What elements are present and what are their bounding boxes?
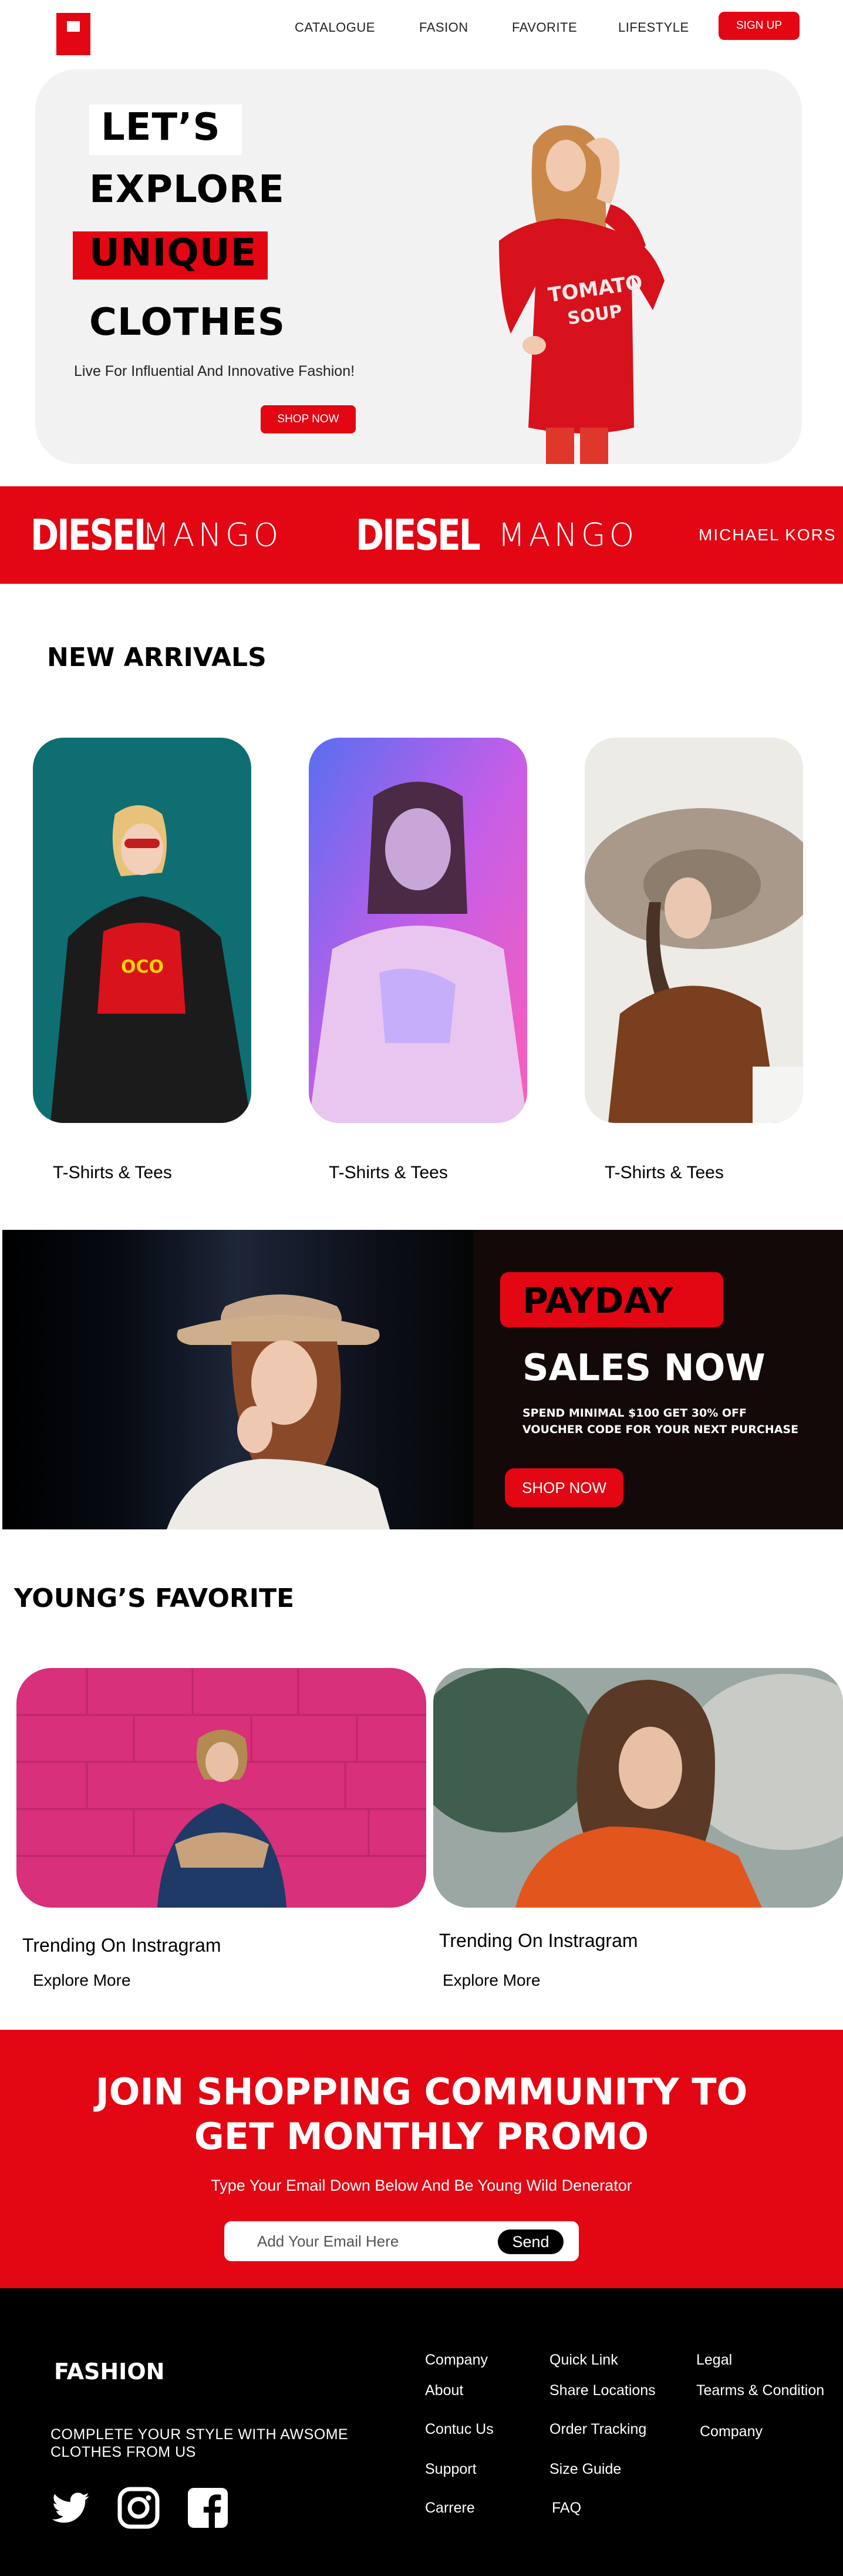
hero-line-3: UNIQUE bbox=[89, 231, 257, 275]
footer-link-career[interactable]: Carrere bbox=[425, 2500, 475, 2517]
footer-brand[interactable]: FASHION bbox=[54, 2359, 164, 2385]
new-arrivals-title: NEW ARRIVALS bbox=[47, 643, 267, 672]
nav-lifestyle[interactable]: LIFESTYLE bbox=[618, 20, 689, 35]
favorite-1-title: Trending On Instragram bbox=[22, 1935, 221, 1956]
footer-link-order-tracking[interactable]: Order Tracking bbox=[549, 2421, 646, 2438]
send-button[interactable]: Send bbox=[498, 2229, 564, 2254]
footer-heading-quick-link: Quick Link bbox=[549, 2352, 618, 2368]
favorite-2-explore-link[interactable]: Explore More bbox=[443, 1971, 541, 1990]
nav-favorite[interactable]: FAVORITE bbox=[512, 20, 577, 35]
footer-tagline: COMPLETE YOUR STYLE WITH AWSOME CLOTHES … bbox=[50, 2426, 367, 2461]
footer-heading-company: Company bbox=[425, 2352, 488, 2368]
footer-link-terms[interactable]: Tearms & Condition bbox=[696, 2382, 824, 2399]
footer-link-about[interactable]: About bbox=[425, 2382, 463, 2399]
brand-mango-2[interactable]: MANGO bbox=[498, 517, 638, 554]
hero-line-4: CLOTHES bbox=[89, 301, 285, 344]
hero-subtitle: Live For Influential And Innovative Fash… bbox=[74, 363, 355, 379]
email-input[interactable] bbox=[257, 2221, 480, 2261]
footer-link-size-guide[interactable]: Size Guide bbox=[549, 2461, 621, 2478]
newsletter-subtitle: Type Your Email Down Below And Be Young … bbox=[211, 2177, 632, 2194]
favorite-card-2-image[interactable] bbox=[433, 1668, 843, 1908]
payday-desc-line-1: SPEND MINIMAL $100 GET 30% OFF bbox=[522, 1407, 747, 1420]
footer-heading-legal: Legal bbox=[696, 2352, 733, 2368]
svg-text:OCO: OCO bbox=[121, 957, 164, 977]
brand-michael-kors[interactable]: MICHAEL KORS bbox=[699, 526, 837, 544]
footer-link-support[interactable]: Support bbox=[425, 2461, 477, 2478]
newsletter-section: JOIN SHOPPING COMMUNITY TO GET MONTHLY P… bbox=[0, 2030, 843, 2288]
arrival-label-2[interactable]: T-Shirts & Tees bbox=[329, 1163, 448, 1183]
newsletter-title: JOIN SHOPPING COMMUNITY TO GET MONTHLY P… bbox=[0, 2070, 843, 2159]
arrival-label-3[interactable]: T-Shirts & Tees bbox=[605, 1163, 724, 1183]
arrival-label-1[interactable]: T-Shirts & Tees bbox=[53, 1163, 172, 1183]
footer-link-company[interactable]: Company bbox=[700, 2423, 763, 2440]
footer-tagline-line-1: COMPLETE YOUR STYLE WITH AWSOME bbox=[50, 2426, 349, 2443]
footer: FASHION COMPLETE YOUR STYLE WITH AWSOME … bbox=[0, 2288, 843, 2576]
footer-link-faq[interactable]: FAQ bbox=[552, 2500, 581, 2517]
nav-fasion[interactable]: FASION bbox=[419, 20, 468, 35]
payday-headline: SALES NOW bbox=[522, 1346, 766, 1389]
hero-banner: LET’S EXPLORE UNIQUE CLOTHES Live For In… bbox=[35, 69, 802, 464]
hero-model-image: TOMATO SOUP bbox=[499, 125, 665, 464]
brand-strip: DIESEL MANGO DIESEL MANGO MICHAEL KORS bbox=[0, 486, 843, 584]
payday-banner: PAYDAY SALES NOW SPEND MINIMAL $100 GET … bbox=[2, 1230, 843, 1529]
hero-line-1: LET’S bbox=[101, 106, 221, 149]
arrival-card-1-image[interactable]: OCO bbox=[33, 738, 251, 1123]
brand-mango-1[interactable]: MANGO bbox=[142, 517, 282, 554]
hero-line-2: EXPLORE bbox=[89, 168, 285, 211]
footer-tagline-line-2: CLOTHES FROM US bbox=[50, 2444, 196, 2460]
instagram-icon[interactable] bbox=[117, 2487, 160, 2529]
footer-link-contact[interactable]: Contuc Us bbox=[425, 2421, 494, 2438]
favorite-title: YOUNG’S FAVORITE bbox=[14, 1583, 295, 1613]
footer-link-share-locations[interactable]: Share Locations bbox=[549, 2382, 656, 2399]
arrival-card-3-image[interactable] bbox=[585, 738, 803, 1123]
newsletter-title-line-1: JOIN SHOPPING COMMUNITY TO bbox=[95, 2070, 748, 2113]
favorite-2-title: Trending On Instragram bbox=[439, 1930, 638, 1951]
brand-logo[interactable] bbox=[56, 13, 90, 55]
favorite-card-1-image[interactable] bbox=[16, 1668, 426, 1908]
nav-catalogue[interactable]: CATALOGUE bbox=[295, 20, 375, 35]
payday-tag: PAYDAY bbox=[522, 1280, 673, 1321]
facebook-icon[interactable] bbox=[187, 2487, 229, 2529]
brand-diesel-1[interactable]: DIESEL bbox=[31, 510, 156, 560]
payday-shop-now-button[interactable]: SHOP NOW bbox=[505, 1468, 623, 1507]
signup-button[interactable]: SIGN UP bbox=[719, 12, 800, 40]
payday-desc-line-2: VOUCHER CODE FOR YOUR NEXT PURCHASE bbox=[522, 1423, 799, 1436]
brand-diesel-2[interactable]: DIESEL bbox=[356, 510, 481, 560]
payday-description: SPEND MINIMAL $100 GET 30% OFF VOUCHER C… bbox=[522, 1405, 828, 1438]
hero-shop-now-button[interactable]: SHOP NOW bbox=[261, 405, 356, 433]
arrival-card-2-image[interactable] bbox=[309, 738, 527, 1123]
newsletter-title-line-2: GET MONTHLY PROMO bbox=[194, 2115, 649, 2158]
newsletter-form: Send bbox=[224, 2221, 579, 2261]
favorite-1-explore-link[interactable]: Explore More bbox=[33, 1971, 131, 1990]
twitter-icon[interactable] bbox=[50, 2487, 93, 2529]
payday-model-image bbox=[167, 1294, 390, 1529]
